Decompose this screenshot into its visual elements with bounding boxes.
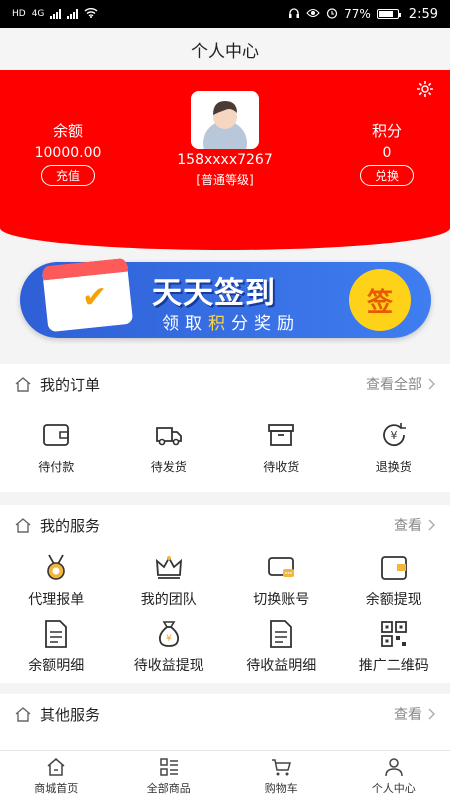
medal-icon bbox=[47, 554, 66, 580]
points-block: 积分 0 兑换 bbox=[342, 120, 432, 186]
order-pending-shipment[interactable]: 待发货 bbox=[113, 420, 226, 475]
gear-icon[interactable] bbox=[416, 80, 434, 98]
other-title: 其他服务 bbox=[40, 705, 101, 724]
alarm-icon bbox=[326, 7, 338, 22]
order-pending-payment[interactable]: 待付款 bbox=[0, 420, 113, 475]
document-icon bbox=[270, 620, 293, 648]
signal-icon bbox=[50, 9, 62, 19]
orders-section: 我的订单 查看全部 待付款 待发货 待收货 ¥ 退换货 bbox=[0, 364, 450, 492]
service-pending-income-details[interactable]: 待收益明细 bbox=[225, 619, 338, 675]
battery-percent: 77% bbox=[344, 7, 371, 21]
points-label: 积分 bbox=[371, 122, 402, 140]
headset-icon bbox=[288, 7, 300, 22]
wifi-icon bbox=[84, 7, 98, 21]
points-value: 0 bbox=[382, 145, 392, 161]
crown-icon bbox=[155, 556, 182, 579]
cart-icon bbox=[272, 758, 292, 775]
nav-cart[interactable]: 购物车 bbox=[225, 751, 338, 800]
service-agent-order[interactable]: 代理报单 bbox=[0, 553, 113, 609]
chevron-right-icon bbox=[428, 519, 435, 531]
battery-icon bbox=[376, 9, 401, 19]
service-balance-details[interactable]: 余额明细 bbox=[0, 619, 113, 675]
services-section: 我的服务 查看 代理报单 我的团队 切换账号 余额提现 余额明细 ¥ 待收益提现… bbox=[0, 505, 450, 683]
avatar[interactable] bbox=[191, 91, 259, 149]
chevron-right-icon bbox=[428, 378, 435, 390]
exchange-button[interactable]: 兑换 bbox=[359, 165, 414, 186]
signal-icon bbox=[67, 9, 79, 19]
check-icon: ✔ bbox=[82, 280, 108, 315]
nav-home[interactable]: 商城首页 bbox=[0, 751, 113, 800]
service-promo-qrcode[interactable]: 推广二维码 bbox=[338, 619, 450, 675]
document-icon bbox=[45, 620, 68, 648]
chevron-right-icon bbox=[428, 708, 435, 720]
eye-icon bbox=[306, 7, 320, 21]
svg-text:¥: ¥ bbox=[166, 634, 172, 644]
bottom-nav: 商城首页 全部商品 购物车 个人中心 bbox=[0, 750, 450, 800]
money-bag-icon: ¥ bbox=[158, 621, 179, 647]
qrcode-icon bbox=[380, 621, 407, 647]
banner-subtitle: 领取积分奖励 bbox=[162, 314, 300, 334]
services-title: 我的服务 bbox=[40, 516, 101, 535]
home-icon bbox=[15, 377, 31, 392]
services-view-all[interactable]: 查看 bbox=[394, 515, 436, 535]
order-returns[interactable]: ¥ 退换货 bbox=[338, 420, 450, 475]
order-pending-receipt[interactable]: 待收货 bbox=[225, 420, 338, 475]
home-icon bbox=[15, 707, 31, 722]
wallet-icon bbox=[43, 424, 70, 446]
refund-icon: ¥ bbox=[382, 423, 406, 447]
hd-label: HD bbox=[12, 9, 26, 19]
other-view-all[interactable]: 查看 bbox=[394, 704, 436, 724]
services-header: 我的服务 查看 bbox=[0, 505, 450, 545]
account-header: 余额 10000.00 充值 158xxxx7267 [普通等级] 积分 0 兑… bbox=[0, 70, 450, 250]
orders-header: 我的订单 查看全部 bbox=[0, 364, 450, 404]
nav-all-products[interactable]: 全部商品 bbox=[113, 751, 226, 800]
box-icon bbox=[268, 424, 295, 446]
network-type: 4G bbox=[31, 9, 45, 19]
wallet-icon bbox=[380, 556, 407, 580]
service-pending-income-withdraw[interactable]: ¥ 待收益提现 bbox=[113, 619, 226, 675]
truck-icon bbox=[155, 427, 182, 446]
svg-text:¥: ¥ bbox=[390, 429, 397, 442]
service-switch-account[interactable]: 切换账号 bbox=[225, 553, 338, 609]
page-title: 个人中心 bbox=[191, 41, 259, 62]
orders-title: 我的订单 bbox=[40, 375, 101, 394]
banner-title: 天天签到 bbox=[152, 276, 276, 311]
service-my-team[interactable]: 我的团队 bbox=[113, 553, 226, 609]
home-icon bbox=[47, 757, 65, 776]
service-balance-withdraw[interactable]: 余额提现 bbox=[338, 553, 450, 609]
status-bar: HD 4G 77% 2:59 bbox=[0, 0, 450, 28]
signin-button[interactable]: 签 bbox=[349, 269, 411, 331]
grid-list-icon bbox=[160, 757, 178, 776]
user-icon bbox=[385, 757, 403, 776]
nav-profile[interactable]: 个人中心 bbox=[338, 751, 450, 800]
other-header: 其他服务 查看 bbox=[0, 694, 450, 734]
home-icon bbox=[15, 518, 31, 533]
daily-signin-banner[interactable]: ✔ 天天签到 领取积分奖励 签 bbox=[20, 257, 431, 338]
chat-icon bbox=[268, 557, 295, 577]
balance-label: 余额 bbox=[52, 122, 83, 140]
title-bar: 个人中心 bbox=[0, 28, 450, 70]
clock: 2:59 bbox=[408, 6, 438, 22]
orders-view-all[interactable]: 查看全部 bbox=[366, 374, 436, 394]
other-services-section: 其他服务 查看 bbox=[0, 694, 450, 754]
